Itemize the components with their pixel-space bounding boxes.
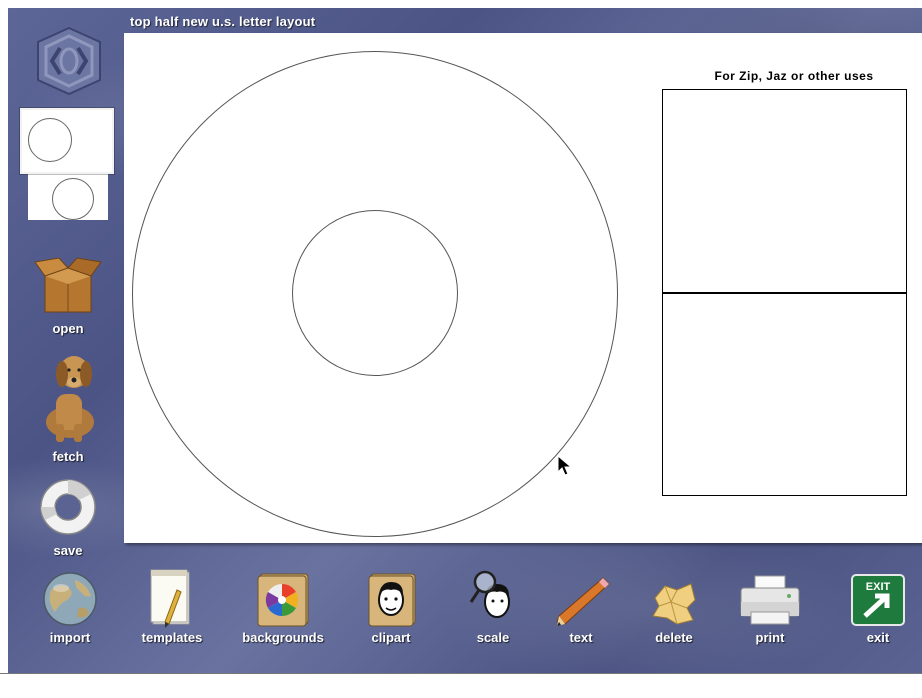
thumbnail-disc	[28, 118, 72, 162]
import-label: import	[49, 630, 91, 645]
face-book-icon	[348, 566, 434, 628]
cardboard-box-icon	[30, 254, 106, 321]
exit-sign-icon: EXIT	[840, 566, 916, 628]
fetch-button[interactable]: fetch	[26, 348, 110, 464]
open-label: open	[52, 321, 84, 336]
clipart-button[interactable]: clipart	[348, 566, 434, 645]
pencil-icon	[544, 566, 618, 628]
logo-icon	[30, 24, 108, 98]
print-button[interactable]: print	[728, 566, 812, 645]
notepad-pencil-icon	[124, 566, 220, 628]
layout-title: top half new u.s. letter layout	[130, 14, 316, 29]
import-button[interactable]: import	[28, 566, 112, 645]
print-label: print	[755, 630, 785, 645]
save-label: save	[53, 543, 83, 558]
delete-button[interactable]: delete	[632, 566, 716, 645]
design-canvas[interactable]: For Zip, Jaz or other uses	[124, 33, 922, 543]
globe-icon	[28, 566, 112, 628]
scale-label: scale	[476, 630, 510, 645]
open-button[interactable]: open	[30, 254, 106, 336]
magnifier-face-icon	[458, 566, 528, 628]
scale-button[interactable]: scale	[458, 566, 528, 645]
zip-label-panel[interactable]	[662, 89, 907, 496]
thumbnail-top-half	[20, 108, 114, 174]
life-ring-icon	[30, 476, 106, 543]
color-wheel-book-icon	[228, 566, 338, 628]
disc-center-hole	[292, 210, 458, 376]
dog-icon	[26, 348, 110, 449]
top-strip	[0, 0, 922, 8]
printer-icon	[728, 566, 812, 628]
delete-label: delete	[655, 630, 693, 645]
thumbnail-disc	[52, 178, 94, 220]
zip-panel-title: For Zip, Jaz or other uses	[714, 69, 874, 83]
bottom-strip	[0, 673, 922, 698]
save-button[interactable]: save	[30, 476, 106, 558]
crumpled-paper-icon	[632, 566, 716, 628]
templates-label: templates	[141, 630, 203, 645]
templates-button[interactable]: templates	[124, 566, 220, 645]
thumbnail-bottom-half	[28, 166, 108, 220]
text-button[interactable]: text	[544, 566, 618, 645]
fetch-label: fetch	[52, 449, 84, 464]
mouse-pointer-icon	[557, 454, 573, 482]
layout-thumbnail-button[interactable]	[20, 108, 114, 224]
backgrounds-label: backgrounds	[242, 630, 324, 645]
text-label: text	[569, 630, 593, 645]
zip-panel-divider	[663, 292, 906, 294]
backgrounds-button[interactable]: backgrounds	[228, 566, 338, 645]
app-window: top half new u.s. letter layout open fet…	[8, 8, 922, 673]
exit-sign-text: EXIT	[866, 581, 891, 593]
exit-label: exit	[866, 630, 890, 645]
exit-button[interactable]: EXIT exit	[840, 566, 916, 645]
clipart-label: clipart	[371, 630, 411, 645]
